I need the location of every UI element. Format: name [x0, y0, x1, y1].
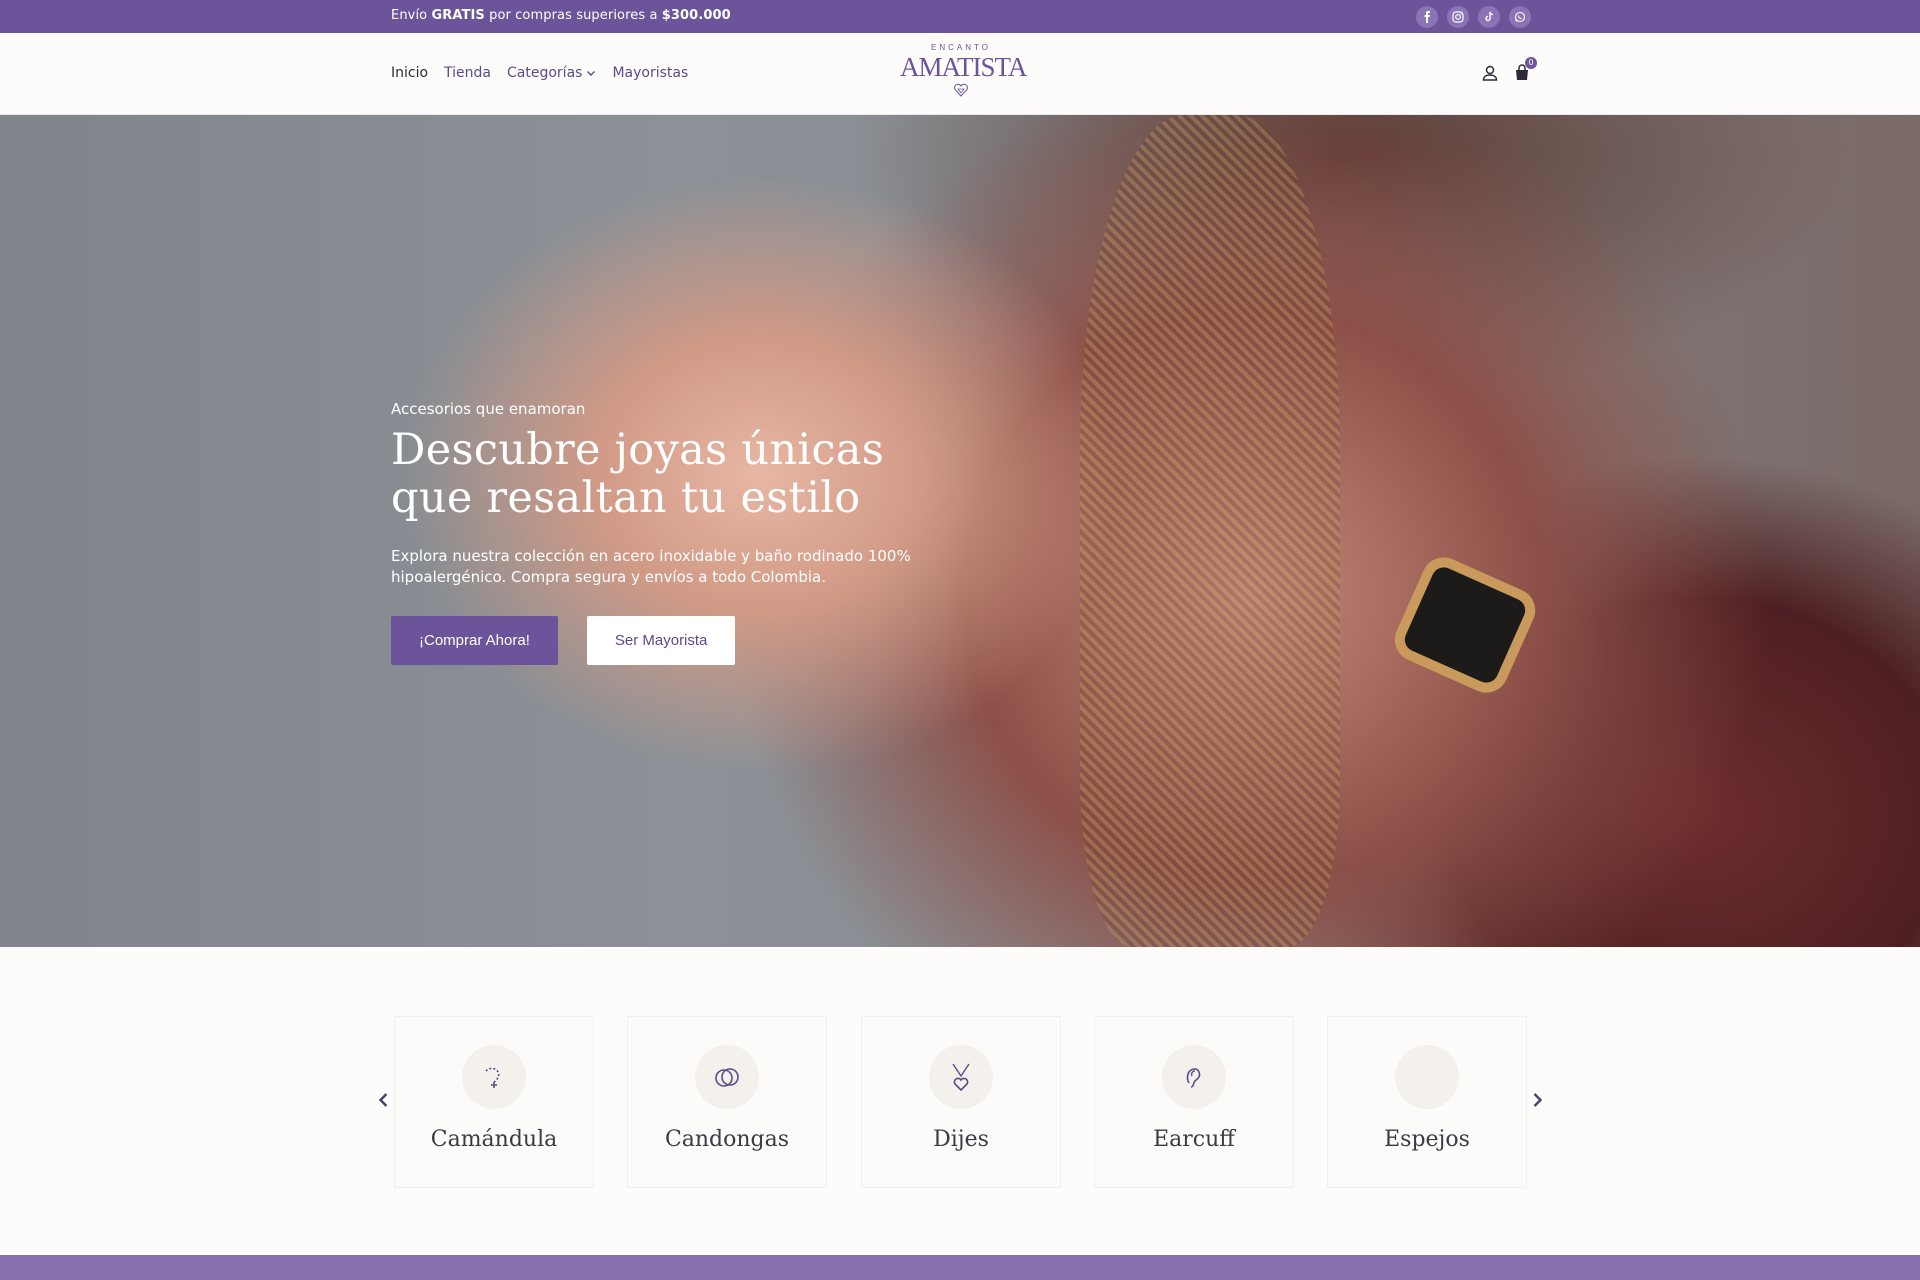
category-card[interactable]: Camándula — [394, 1016, 594, 1188]
promo-amount: $300.000 — [661, 8, 731, 23]
footer-band — [0, 1255, 1920, 1280]
promo-bar: Envío GRATIS por compras superiores a $3… — [0, 0, 1920, 33]
tiktok-icon[interactable] — [1478, 6, 1500, 28]
nav-tienda[interactable]: Tienda — [444, 65, 491, 81]
nav-mayoristas[interactable]: Mayoristas — [612, 65, 688, 81]
category-card[interactable]: Candongas — [627, 1016, 827, 1188]
hero-content: Accesorios que enamoran Descubre joyas ú… — [391, 400, 951, 665]
site-header: Inicio Tienda Categorías Mayoristas ENCA… — [0, 33, 1920, 115]
heart-gem-icon — [954, 83, 968, 97]
hero-title-line1: Descubre joyas únicas — [391, 425, 885, 475]
category-icon-circle — [1395, 1045, 1459, 1109]
chevron-left-icon — [378, 1093, 388, 1107]
carousel-prev-button[interactable] — [374, 1090, 394, 1110]
hero-image-ring — [1387, 550, 1543, 700]
cart-icon[interactable]: 0 — [1512, 57, 1537, 83]
logo-small-text: ENCANTO — [931, 43, 991, 52]
category-icon-circle — [462, 1045, 526, 1109]
instagram-icon[interactable] — [1447, 6, 1469, 28]
nav-mayoristas-label: Mayoristas — [612, 65, 689, 81]
wholesale-button[interactable]: Ser Mayorista — [586, 616, 736, 665]
heart-pendant-icon — [952, 1063, 970, 1092]
shipping-promo: Envío GRATIS por compras superiores a $3… — [391, 8, 731, 23]
hero-title-line2: que resaltan tu estilo — [391, 473, 861, 523]
nav-inicio-label: Inicio — [391, 65, 429, 81]
hoop-earrings-icon — [715, 1068, 739, 1087]
category-icon-circle — [929, 1045, 993, 1109]
category-card[interactable]: Earcuff — [1094, 1016, 1294, 1188]
nav-tienda-label: Tienda — [444, 65, 492, 81]
buy-now-button[interactable]: ¡Comprar Ahora! — [391, 616, 558, 665]
rosary-icon — [485, 1067, 500, 1088]
cart-count-badge: 0 — [1525, 57, 1537, 69]
category-name: Camándula — [430, 1127, 558, 1152]
category-name: Dijes — [933, 1127, 989, 1152]
category-name: Espejos — [1384, 1127, 1470, 1152]
user-icon[interactable] — [1480, 63, 1500, 83]
hero-buttons: ¡Comprar Ahora! Ser Mayorista — [391, 616, 951, 665]
promo-middle: por compras superiores a — [489, 8, 658, 23]
ear-cuff-icon — [1186, 1068, 1201, 1088]
main-nav: Inicio Tienda Categorías Mayoristas — [391, 65, 688, 81]
hero-kicker: Accesorios que enamoran — [391, 400, 586, 418]
site-logo[interactable]: ENCANTO AMATISTA — [900, 43, 1027, 105]
hero-description: Explora nuestra colección en acero inoxi… — [391, 547, 911, 586]
hero-title: Descubre joyas únicas que resaltan tu es… — [391, 426, 951, 522]
promo-prefix: Envío — [391, 8, 428, 23]
hero-banner: Accesorios que enamoran Descubre joyas ú… — [0, 115, 1920, 947]
social-links — [1416, 6, 1531, 28]
category-name: Earcuff — [1153, 1127, 1235, 1152]
facebook-icon[interactable] — [1416, 6, 1438, 28]
chevron-right-icon — [1533, 1093, 1543, 1107]
promo-bold: GRATIS — [431, 8, 485, 23]
nav-categorias-label: Categorías — [507, 65, 583, 81]
logo-big-text: AMATISTA — [900, 52, 1027, 82]
category-name: Candongas — [664, 1127, 790, 1152]
header-icons: 0 — [1480, 57, 1537, 83]
category-icon-circle — [1162, 1045, 1226, 1109]
chevron-down-icon — [587, 71, 596, 76]
whatsapp-icon[interactable] — [1509, 6, 1531, 28]
category-card[interactable]: Espejos — [1327, 1016, 1527, 1188]
nav-inicio[interactable]: Inicio — [391, 65, 428, 81]
nav-categorias[interactable]: Categorías — [507, 65, 596, 81]
carousel-next-button[interactable] — [1527, 1090, 1547, 1110]
category-card[interactable]: Dijes — [861, 1016, 1061, 1188]
category-icon-circle — [695, 1045, 759, 1109]
hero-image-fringe — [1080, 115, 1340, 947]
